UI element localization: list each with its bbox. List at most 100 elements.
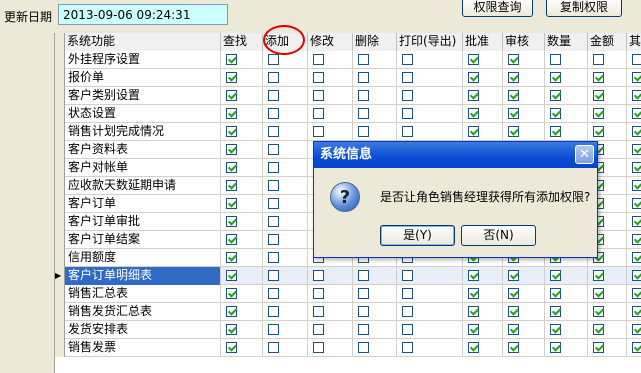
permission-checkbox[interactable] — [550, 126, 561, 137]
permission-checkbox[interactable] — [226, 288, 237, 299]
permission-checkbox[interactable] — [226, 216, 237, 227]
yes-button[interactable]: 是(Y) — [380, 225, 455, 246]
permission-checkbox[interactable] — [268, 108, 279, 119]
permission-checkbox[interactable] — [226, 324, 237, 335]
permission-checkbox[interactable] — [358, 90, 369, 101]
table-row[interactable]: 销售计划完成情况 — [55, 123, 641, 141]
permission-checkbox[interactable] — [402, 270, 413, 281]
permission-checkbox[interactable] — [468, 126, 479, 137]
permission-checkbox[interactable] — [358, 342, 369, 353]
permission-checkbox[interactable] — [402, 72, 413, 83]
function-name[interactable]: 销售汇总表 — [65, 285, 221, 303]
permission-checkbox[interactable] — [550, 288, 561, 299]
permission-checkbox[interactable] — [268, 342, 279, 353]
column-header[interactable]: 数量 — [545, 33, 588, 51]
permission-checkbox[interactable] — [632, 72, 641, 83]
permission-checkbox[interactable] — [402, 90, 413, 101]
permission-checkbox[interactable] — [268, 288, 279, 299]
permission-checkbox[interactable] — [358, 270, 369, 281]
permission-checkbox[interactable] — [268, 306, 279, 317]
permission-checkbox[interactable] — [550, 324, 561, 335]
function-name[interactable]: 客户订单 — [65, 195, 221, 213]
permission-checkbox[interactable] — [402, 324, 413, 335]
table-row[interactable]: 客户类别设置 — [55, 87, 641, 105]
permission-checkbox[interactable] — [593, 324, 604, 335]
permission-checkbox[interactable] — [313, 342, 324, 353]
permission-checkbox[interactable] — [593, 288, 604, 299]
permission-query-button[interactable]: 权限查询 — [462, 0, 533, 17]
permission-checkbox[interactable] — [313, 288, 324, 299]
permission-checkbox[interactable] — [550, 306, 561, 317]
permission-checkbox[interactable] — [632, 342, 641, 353]
permission-checkbox[interactable] — [313, 72, 324, 83]
permission-checkbox[interactable] — [226, 252, 237, 263]
permission-checkbox[interactable] — [593, 108, 604, 119]
permission-checkbox[interactable] — [468, 108, 479, 119]
table-row[interactable]: 状态设置 — [55, 105, 641, 123]
permission-checkbox[interactable] — [358, 306, 369, 317]
permission-checkbox[interactable] — [632, 180, 641, 191]
permission-checkbox[interactable] — [632, 324, 641, 335]
permission-checkbox[interactable] — [268, 72, 279, 83]
function-name[interactable]: 报价单 — [65, 69, 221, 87]
permission-checkbox[interactable] — [468, 72, 479, 83]
update-date-field[interactable]: 2013-09-06 09:24:31 — [58, 4, 228, 25]
permission-checkbox[interactable] — [268, 90, 279, 101]
permission-checkbox[interactable] — [268, 270, 279, 281]
row-selector[interactable] — [55, 339, 65, 357]
permission-checkbox[interactable] — [468, 306, 479, 317]
permission-checkbox[interactable] — [268, 180, 279, 191]
permission-checkbox[interactable] — [358, 72, 369, 83]
function-name[interactable]: 客户资料表 — [65, 141, 221, 159]
permission-checkbox[interactable] — [226, 198, 237, 209]
function-name[interactable]: 外挂程序设置 — [65, 51, 221, 69]
permission-checkbox[interactable] — [508, 108, 519, 119]
row-selector[interactable] — [55, 105, 65, 123]
table-row[interactable]: 销售发货汇总表 — [55, 303, 641, 321]
permission-checkbox[interactable] — [268, 324, 279, 335]
permission-checkbox[interactable] — [358, 108, 369, 119]
column-header[interactable]: 其 — [627, 33, 641, 51]
permission-checkbox[interactable] — [508, 270, 519, 281]
row-selector[interactable] — [55, 69, 65, 87]
function-name[interactable]: 客户订单结案 — [65, 231, 221, 249]
close-icon[interactable]: ✕ — [575, 145, 594, 164]
permission-checkbox[interactable] — [632, 108, 641, 119]
permission-checkbox[interactable] — [550, 90, 561, 101]
permission-checkbox[interactable] — [508, 342, 519, 353]
permission-checkbox[interactable] — [632, 126, 641, 137]
row-selector[interactable] — [55, 177, 65, 195]
permission-checkbox[interactable] — [508, 288, 519, 299]
permission-checkbox[interactable] — [268, 234, 279, 245]
row-selector[interactable] — [55, 87, 65, 105]
function-name[interactable]: 客户订单审批 — [65, 213, 221, 231]
permission-checkbox[interactable] — [508, 90, 519, 101]
permission-checkbox[interactable] — [226, 144, 237, 155]
row-selector[interactable] — [55, 159, 65, 177]
permission-checkbox[interactable] — [313, 270, 324, 281]
permission-checkbox[interactable] — [632, 90, 641, 101]
row-selector[interactable] — [55, 123, 65, 141]
permission-checkbox[interactable] — [268, 198, 279, 209]
table-row[interactable]: 发货安排表 — [55, 321, 641, 339]
permission-checkbox[interactable] — [508, 126, 519, 137]
permission-checkbox[interactable] — [550, 342, 561, 353]
permission-checkbox[interactable] — [632, 234, 641, 245]
function-name[interactable]: 销售发票 — [65, 339, 221, 357]
permission-checkbox[interactable] — [508, 324, 519, 335]
permission-checkbox[interactable] — [268, 54, 279, 65]
permission-checkbox[interactable] — [226, 126, 237, 137]
function-name[interactable]: 应收款天数延期申请 — [65, 177, 221, 195]
permission-checkbox[interactable] — [632, 198, 641, 209]
permission-checkbox[interactable] — [226, 72, 237, 83]
permission-checkbox[interactable] — [402, 126, 413, 137]
permission-checkbox[interactable] — [226, 234, 237, 245]
permission-checkbox[interactable] — [226, 342, 237, 353]
table-row[interactable]: 报价单 — [55, 69, 641, 87]
permission-checkbox[interactable] — [402, 108, 413, 119]
row-selector[interactable] — [55, 231, 65, 249]
table-row[interactable]: 外挂程序设置 — [55, 51, 641, 69]
permission-checkbox[interactable] — [358, 54, 369, 65]
row-selector[interactable] — [55, 285, 65, 303]
permission-checkbox[interactable] — [402, 306, 413, 317]
